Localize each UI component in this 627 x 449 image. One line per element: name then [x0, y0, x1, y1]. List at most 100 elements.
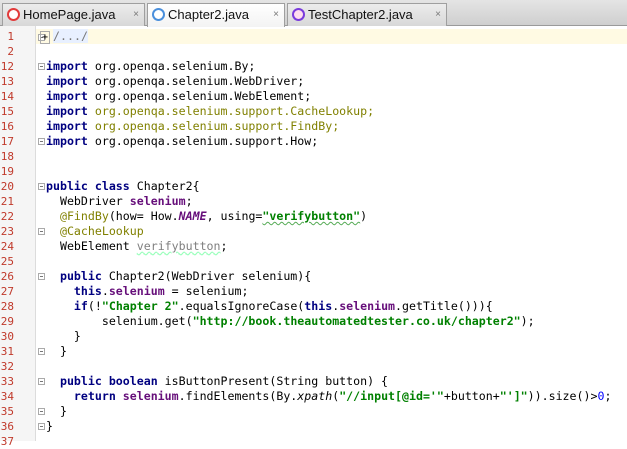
fold-collapse-icon[interactable]: [38, 183, 45, 190]
code-text: +button+: [443, 389, 500, 403]
editor-tab-bar: HomePage.java × Chapter2.java × TestChap…: [0, 0, 627, 27]
line-number: 22: [0, 210, 14, 223]
code-text: org.openqa.selenium.support.How;: [87, 134, 319, 148]
code-line: +/.../: [40, 29, 88, 44]
line-number: 25: [0, 255, 14, 268]
code-line: }: [46, 344, 67, 358]
line-number: 17: [0, 135, 14, 148]
string-literal: "']": [499, 389, 528, 403]
tab-testchapter2-java[interactable]: TestChapter2.java ×: [287, 3, 447, 26]
fold-collapse-icon[interactable]: [38, 63, 45, 70]
code-line: if(!"Chapter 2".equalsIgnoreCase(this.se…: [46, 299, 493, 314]
keyword: public: [46, 269, 102, 283]
code-line: WebElement verifybutton;: [46, 239, 228, 254]
fold-collapse-icon[interactable]: [38, 423, 45, 430]
line-number: 33: [0, 375, 14, 388]
line-number: 20: [0, 180, 14, 193]
keyword: import: [46, 119, 88, 133]
line-number: 19: [0, 165, 14, 178]
line-number: 30: [0, 330, 14, 343]
keyword: import: [46, 74, 88, 88]
tab-label: Chapter2.java: [168, 7, 249, 22]
code-text: ): [360, 209, 368, 223]
code-text: org.openqa.selenium.support.CacheLookup;: [87, 104, 375, 118]
code-text: , using=: [206, 209, 263, 223]
test-class-icon: [292, 8, 305, 21]
string-literal: "Chapter 2": [101, 299, 179, 313]
static-method: xpath: [297, 389, 333, 403]
line-number: 21: [0, 195, 14, 208]
code-line: import org.openqa.selenium.support.How;: [46, 134, 318, 149]
line-number: 15: [0, 105, 14, 118]
code-text: Chapter2(WebDriver selenium){: [101, 269, 312, 283]
line-number: 18: [0, 150, 14, 163]
line-number: 2: [7, 45, 14, 58]
code-text: (how= How.: [108, 209, 179, 223]
current-line-highlight: [36, 29, 627, 44]
annotation: @CacheLookup: [46, 224, 144, 238]
fold-collapse-icon[interactable]: [38, 228, 45, 235]
field-name: selenium: [129, 194, 186, 208]
fold-collapse-icon[interactable]: [38, 273, 45, 280]
java-class-icon: [7, 8, 20, 21]
keyword: import: [46, 104, 88, 118]
java-class-icon: [152, 8, 165, 21]
code-line: @CacheLookup: [46, 224, 144, 239]
code-line: }: [46, 329, 81, 343]
fold-collapse-icon[interactable]: [38, 408, 45, 415]
keyword: public class: [46, 179, 130, 193]
code-text: ;: [220, 239, 228, 253]
code-text: WebElement: [46, 239, 137, 253]
code-line: @FindBy(how= How.NAME, using="verifybutt…: [46, 209, 367, 224]
string-literal: "verifybutton": [262, 209, 361, 223]
close-icon[interactable]: ×: [435, 4, 441, 25]
keyword: public boolean: [46, 374, 158, 388]
line-number: 32: [0, 360, 14, 373]
code-text: org.openqa.selenium.WebDriver;: [87, 74, 305, 88]
code-line: public Chapter2(WebDriver selenium){: [46, 269, 311, 284]
line-number: 34: [0, 390, 14, 403]
code-line: public class Chapter2{: [46, 179, 200, 194]
code-text: Chapter2{: [129, 179, 200, 193]
code-line: selenium.get("http://book.theautomatedte…: [46, 314, 535, 329]
fold-plus-icon[interactable]: +: [40, 31, 51, 44]
line-number: 14: [0, 90, 14, 103]
string-literal: "//input[@id='": [339, 389, 444, 403]
code-text: org.openqa.selenium.By;: [87, 59, 256, 73]
tab-chapter2-java[interactable]: Chapter2.java ×: [147, 3, 285, 27]
fold-collapse-icon[interactable]: [38, 378, 45, 385]
code-line: }: [46, 404, 67, 418]
close-icon[interactable]: ×: [273, 4, 279, 25]
keyword: return: [46, 389, 123, 403]
fold-collapse-icon[interactable]: [38, 138, 45, 145]
code-text: ;: [185, 194, 193, 208]
line-number: 27: [0, 285, 14, 298]
enum-constant: NAME: [178, 209, 207, 223]
field-name: selenium: [122, 389, 179, 403]
code-text: .findElements(By.: [178, 389, 298, 403]
line-number: 13: [0, 75, 14, 88]
keyword: this: [304, 299, 333, 313]
line-number-gutter: 1 2 12 13 14 15 16 17 18 19 20 21 22 23 …: [0, 26, 36, 448]
tab-homepage-java[interactable]: HomePage.java ×: [2, 3, 145, 26]
code-text: ;: [604, 389, 612, 403]
code-line: }: [46, 419, 53, 433]
code-text: )).size()>: [527, 389, 598, 403]
line-number: 31: [0, 345, 14, 358]
folded-region[interactable]: /.../: [53, 29, 88, 43]
line-number: 23: [0, 225, 14, 238]
line-number: 37: [0, 435, 14, 448]
tab-label: TestChapter2.java: [308, 7, 413, 22]
code-text: org.openqa.selenium.WebElement;: [87, 89, 312, 103]
close-icon[interactable]: ×: [133, 4, 139, 25]
code-text: = selenium;: [164, 284, 249, 298]
line-number: 24: [0, 240, 14, 253]
line-number: 16: [0, 120, 14, 133]
code-text: isButtonPresent(String button) {: [157, 374, 389, 388]
code-line: public boolean isButtonPresent(String bu…: [46, 374, 388, 389]
code-line: return selenium.findElements(By.xpath("/…: [46, 389, 612, 404]
code-text: .equalsIgnoreCase(: [178, 299, 305, 313]
fold-collapse-icon[interactable]: [38, 348, 45, 355]
keyword: import: [46, 134, 88, 148]
line-number: 35: [0, 405, 14, 418]
